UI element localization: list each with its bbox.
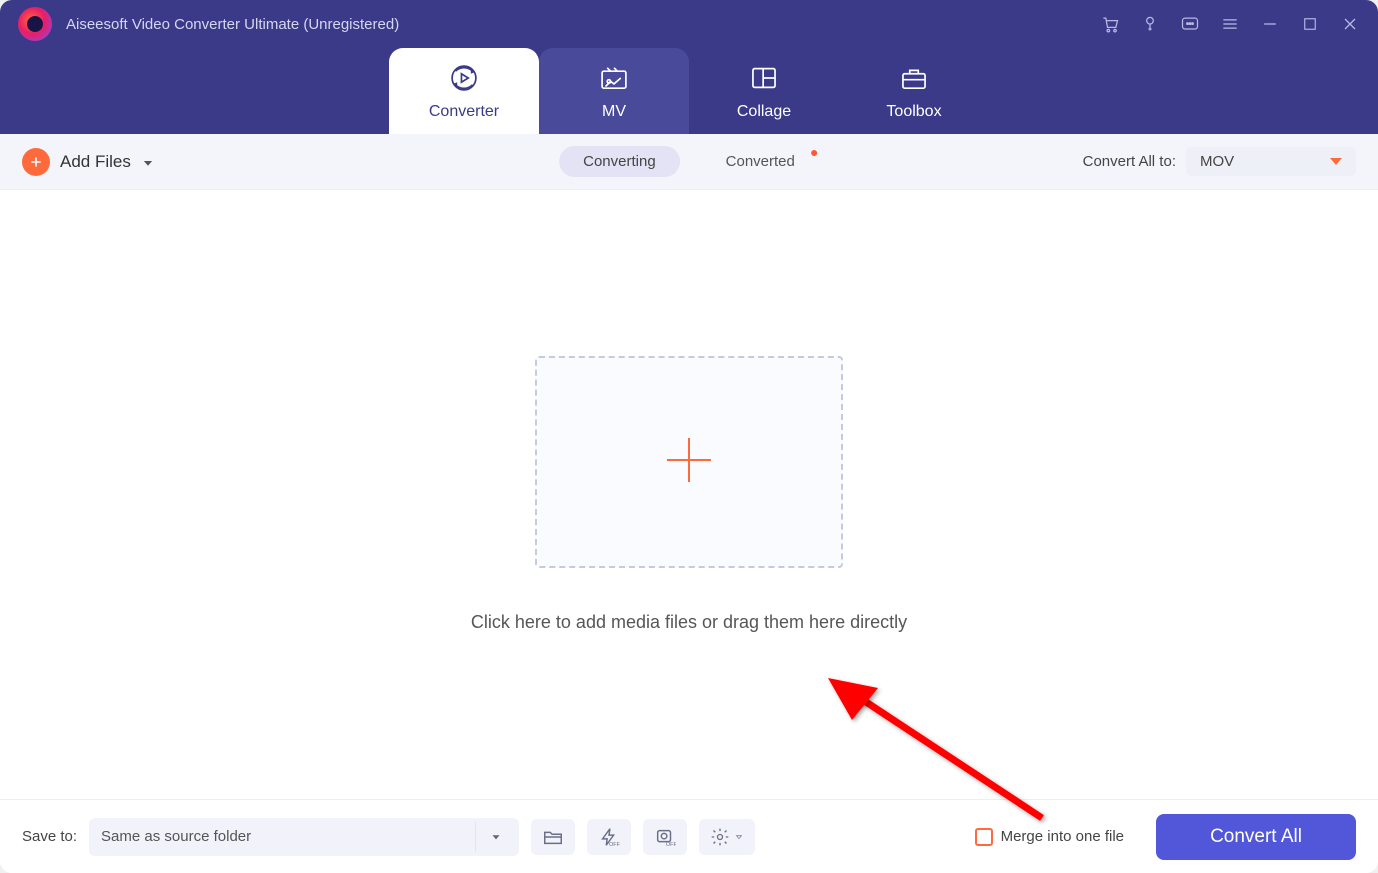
high-speed-button[interactable]: OFF [643, 819, 687, 855]
chevron-down-icon [475, 822, 515, 852]
key-icon[interactable] [1140, 14, 1160, 34]
app-logo [18, 7, 52, 41]
maximize-icon[interactable] [1300, 14, 1320, 34]
minimize-icon[interactable] [1260, 14, 1280, 34]
save-folder-value: Same as source folder [101, 828, 251, 845]
collage-icon [747, 61, 781, 95]
tab-converter-label: Converter [429, 103, 499, 121]
notification-dot-icon [811, 150, 817, 156]
chevron-down-icon [141, 155, 155, 169]
settings-button[interactable] [699, 819, 755, 855]
format-value: MOV [1200, 153, 1234, 170]
save-folder-select[interactable]: Same as source folder [89, 818, 519, 856]
menu-icon[interactable] [1220, 14, 1240, 34]
plus-icon [22, 148, 50, 176]
feedback-icon[interactable] [1180, 14, 1200, 34]
plus-large-icon [659, 430, 719, 495]
caret-down-icon [1330, 158, 1342, 165]
add-files-button[interactable]: Add Files [22, 148, 155, 176]
tab-toolbox[interactable]: Toolbox [839, 48, 989, 134]
merge-checkbox[interactable]: Merge into one file [975, 828, 1124, 846]
open-folder-button[interactable] [531, 819, 575, 855]
tab-mv-label: MV [602, 103, 626, 121]
checkbox-icon [975, 828, 993, 846]
close-icon[interactable] [1340, 14, 1360, 34]
toolbox-icon [897, 61, 931, 95]
merge-label: Merge into one file [1001, 828, 1124, 845]
converter-icon [447, 61, 481, 95]
tab-collage[interactable]: Collage [689, 48, 839, 134]
tab-toolbox-label: Toolbox [886, 103, 941, 121]
tab-mv[interactable]: MV [539, 48, 689, 134]
converting-tab[interactable]: Converting [559, 146, 680, 177]
app-title: Aiseesoft Video Converter Ultimate (Unre… [66, 16, 399, 33]
tab-converter[interactable]: Converter [389, 48, 539, 134]
mv-icon [597, 61, 631, 95]
add-files-label: Add Files [60, 152, 131, 172]
converted-tab[interactable]: Converted [702, 146, 819, 177]
add-files-dropzone[interactable] [535, 356, 843, 568]
tab-collage-label: Collage [737, 103, 791, 121]
gpu-accel-button[interactable]: OFF [587, 819, 631, 855]
save-to-label: Save to: [22, 828, 77, 845]
format-select[interactable]: MOV [1186, 147, 1356, 176]
svg-text:OFF: OFF [609, 842, 620, 848]
convert-all-button[interactable]: Convert All [1156, 814, 1356, 860]
cart-icon[interactable] [1100, 14, 1120, 34]
convert-all-label: Convert All to: [1083, 153, 1176, 170]
dropzone-text: Click here to add media files or drag th… [471, 612, 907, 633]
svg-text:OFF: OFF [666, 842, 676, 848]
